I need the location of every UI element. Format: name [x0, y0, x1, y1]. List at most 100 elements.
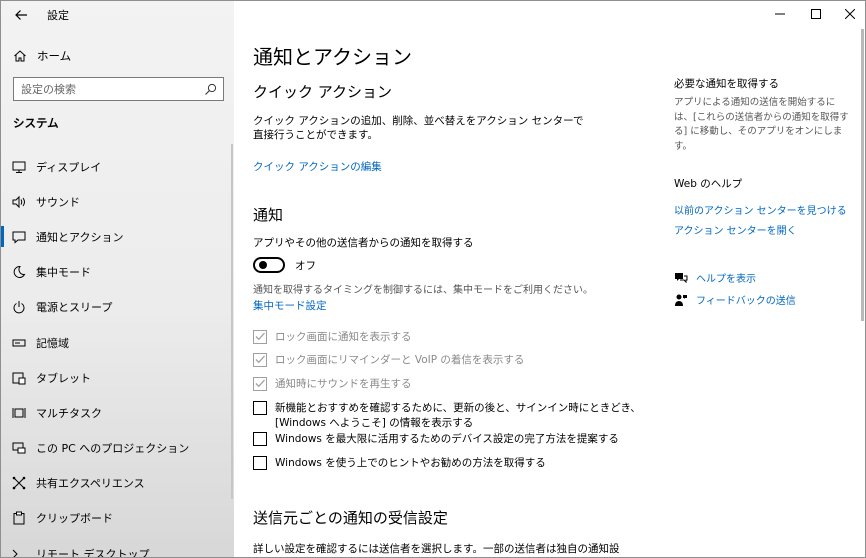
sidebar-item-label: 共有エクスペリエンス — [36, 477, 145, 491]
sidebar-item-tablet[interactable]: タブレット — [1, 360, 234, 395]
get-help-link[interactable]: ヘルプを表示 — [696, 270, 756, 285]
maximize-icon — [811, 9, 821, 19]
focus-assist-settings-link[interactable]: 集中モード設定 — [253, 298, 327, 313]
sidebar-scrollbar[interactable] — [231, 144, 233, 499]
back-arrow-icon — [15, 10, 27, 20]
checkbox[interactable] — [253, 432, 267, 446]
maximize-button[interactable] — [799, 1, 833, 27]
title-bar: 設定 — [1, 1, 234, 29]
lock-screen-notifications-option[interactable]: ロック画面に通知を表示する — [253, 330, 412, 345]
tips-option[interactable]: Windows を使う上でのヒントやお勧めの方法を取得する — [253, 456, 546, 471]
home-label: ホーム — [37, 49, 72, 63]
get-notifications-text: アプリによる通知の送信を開始するには、[これらの送信者からの通知を取得する] に… — [674, 97, 849, 152]
checkbox[interactable] — [253, 401, 267, 415]
device-setup-suggestion-option[interactable]: Windows を最大限に活用するためのデバイス設定の完了方法を提案する — [253, 432, 619, 447]
notifications-toggle-row: オフ — [253, 257, 316, 273]
settings-search-box[interactable] — [13, 77, 224, 101]
sidebar-item-sound[interactable]: サウンド — [1, 184, 234, 219]
sidebar-item-focus[interactable]: 集中モード — [1, 255, 234, 290]
sidebar-item-clipboard[interactable]: クリップボード — [1, 501, 234, 536]
sidebar-item-power[interactable]: 電源とスリープ — [1, 290, 234, 325]
welcome-experience-option[interactable]: 新機能とおすすめを確認するために、更新の後と、サインイン時にときどき、 [Win… — [253, 401, 641, 431]
sidebar-item-label: リモート デスクトップ — [36, 547, 150, 558]
focus-assist-text: 通知を取得するタイミングを制御するには、集中モードをご利用ください。 — [253, 285, 593, 296]
checkbox-label-line2: [Windows へようこそ] の情報を表示する — [275, 417, 474, 429]
checkmark-icon — [255, 355, 265, 364]
web-help-title: Web のヘルプ — [674, 178, 743, 190]
sidebar-item-label: 集中モード — [36, 266, 91, 280]
get-help-row[interactable]: ヘルプを表示 — [674, 270, 756, 285]
sidebar-item-multitask[interactable]: マルチタスク — [1, 395, 234, 430]
checkmark-icon — [255, 379, 265, 388]
sidebar-item-storage[interactable]: 記憶域 — [1, 325, 234, 360]
section-title: システム — [13, 116, 59, 130]
checkbox-label: ロック画面にリマインダーと VoIP の着信を表示する — [275, 354, 525, 366]
checkbox-label: ロック画面に通知を表示する — [275, 331, 412, 343]
close-button[interactable] — [833, 1, 865, 27]
notification-sound-option[interactable]: 通知時にサウンドを再生する — [253, 377, 412, 392]
checkbox-label: 新機能とおすすめを確認するために、更新の後と、サインイン時にときどき、 — [275, 402, 641, 414]
app-title: 設定 — [47, 9, 69, 22]
feedback-row[interactable]: フィードバックの送信 — [674, 292, 796, 307]
search-icon — [205, 83, 217, 95]
main-scrollbar[interactable] — [861, 29, 864, 321]
toggle-knob — [259, 261, 267, 269]
projection-icon — [12, 442, 26, 454]
notifications-toggle[interactable] — [253, 257, 285, 273]
sidebar-item-display[interactable]: ディスプレイ — [1, 149, 234, 184]
edit-quick-actions-link[interactable]: クイック アクションの編集 — [253, 159, 382, 174]
remote-desktop-icon — [12, 549, 18, 557]
checkbox[interactable] — [253, 330, 267, 344]
sidebar-item-label: この PC へのプロジェクション — [36, 442, 190, 456]
feedback-icon — [675, 294, 687, 306]
notification-icon — [12, 231, 26, 244]
toggle-state-label: オフ — [295, 259, 316, 272]
display-icon — [12, 161, 26, 173]
search-input[interactable] — [21, 79, 201, 99]
minimize-icon — [775, 13, 785, 15]
home-icon — [14, 50, 26, 62]
storage-icon — [12, 339, 26, 347]
sidebar-item-label: 電源とスリープ — [36, 301, 113, 315]
sidebar-item-label: タブレット — [36, 371, 91, 385]
sidebar-item-label: クリップボード — [36, 512, 113, 526]
checkbox-label: Windows を最大限に活用するためのデバイス設定の完了方法を提案する — [275, 433, 619, 445]
sidebar-item-label: マルチタスク — [36, 406, 102, 420]
quick-actions-heading: クイック アクション — [253, 83, 393, 101]
get-notifications-title: 必要な通知を取得する — [674, 78, 779, 90]
checkbox-label: 通知時にサウンドを再生する — [275, 378, 412, 390]
sidebar-item-label: 記憶域 — [36, 336, 69, 350]
sidebar: 設定 ホーム システム ディスプレイ サウンド — [1, 1, 234, 558]
open-action-center-link[interactable]: アクション センターを開く — [674, 222, 797, 237]
checkbox[interactable] — [253, 377, 267, 391]
tablet-icon — [12, 372, 26, 385]
sidebar-item-projection[interactable]: この PC へのプロジェクション — [1, 431, 234, 466]
checkbox[interactable] — [253, 353, 267, 367]
shared-icon — [12, 476, 26, 490]
notifications-heading: 通知 — [253, 206, 284, 224]
sidebar-item-remote-desktop[interactable]: リモート デスクトップ — [1, 536, 234, 558]
sidebar-item-label: 通知とアクション — [36, 230, 124, 244]
checkmark-icon — [255, 332, 265, 341]
moon-icon — [13, 266, 26, 279]
back-button[interactable] — [9, 4, 33, 26]
notifications-toggle-label: アプリやその他の送信者からの通知を取得する — [253, 237, 474, 249]
checkbox[interactable] — [253, 456, 267, 470]
close-icon — [845, 9, 855, 19]
find-action-center-link[interactable]: 以前のアクション センターを見つける — [674, 202, 847, 217]
checkbox-label-group: 新機能とおすすめを確認するために、更新の後と、サインイン時にときどき、 [Win… — [267, 401, 641, 431]
per-sender-description: 詳しい設定を確認するには送信者を選択します。一部の送信者は独自の通知設 — [253, 543, 620, 555]
clipboard-icon — [13, 511, 25, 525]
sound-icon — [12, 195, 25, 208]
sidebar-nav: ディスプレイ サウンド 通知とアクション 集中モード 電源とスリープ 記憶域 タ… — [1, 149, 234, 558]
sidebar-item-home[interactable]: ホーム — [1, 43, 234, 69]
feedback-link[interactable]: フィードバックの送信 — [696, 292, 796, 307]
lock-screen-reminders-option[interactable]: ロック画面にリマインダーと VoIP の着信を表示する — [253, 353, 524, 368]
sidebar-item-shared-experiences[interactable]: 共有エクスペリエンス — [1, 466, 234, 501]
minimize-button[interactable] — [763, 1, 797, 27]
help-chat-icon — [675, 272, 688, 283]
quick-actions-description: クイック アクションの追加、削除、並べ替えをアクション センターで直接行うことが… — [253, 115, 584, 141]
sidebar-item-notifications[interactable]: 通知とアクション — [1, 219, 234, 254]
sidebar-item-label: ディスプレイ — [36, 160, 102, 174]
checkbox-label: Windows を使う上でのヒントやお勧めの方法を取得する — [275, 457, 546, 469]
